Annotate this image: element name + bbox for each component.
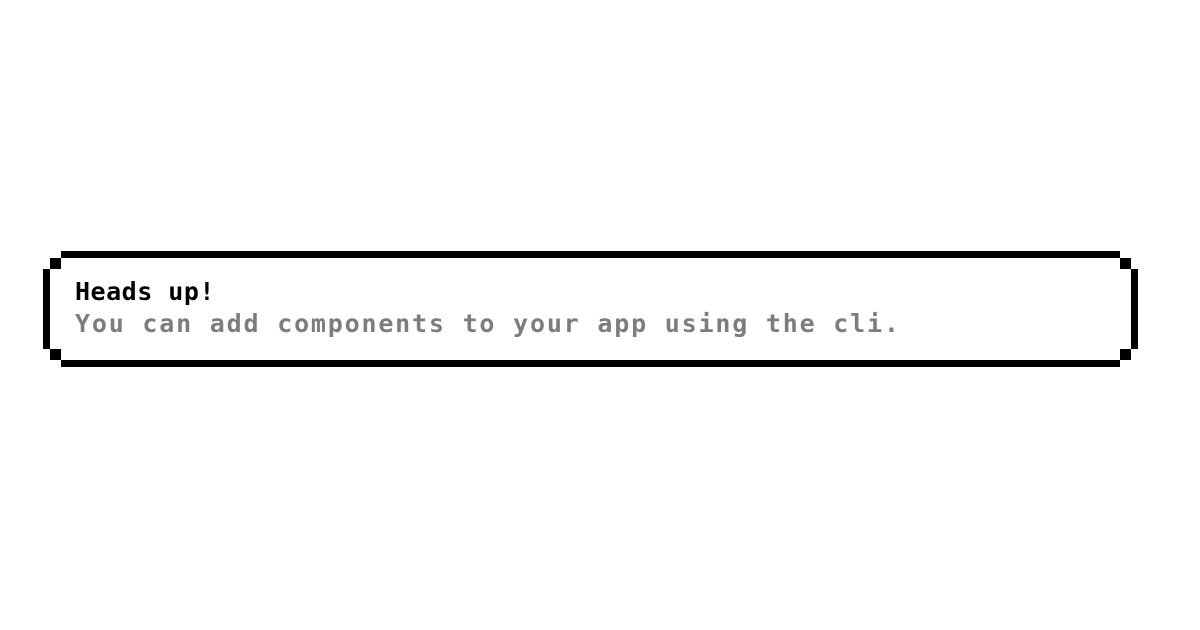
alert-content: Heads up! You can add components to your… <box>75 277 1118 341</box>
alert-corner-bl <box>50 349 61 360</box>
alert-border-left <box>43 269 50 349</box>
alert-box: Heads up! You can add components to your… <box>43 251 1138 367</box>
page-canvas: Heads up! You can add components to your… <box>0 0 1200 630</box>
alert-description: You can add components to your app using… <box>75 309 901 338</box>
alert-border-right <box>1131 269 1138 349</box>
alert-corner-br <box>1120 349 1131 360</box>
alert-corner-tr <box>1120 258 1131 269</box>
alert-corner-tl <box>50 258 61 269</box>
alert-title: Heads up! <box>75 277 215 306</box>
alert-border-bottom <box>61 360 1120 367</box>
alert-border-top <box>61 251 1120 258</box>
